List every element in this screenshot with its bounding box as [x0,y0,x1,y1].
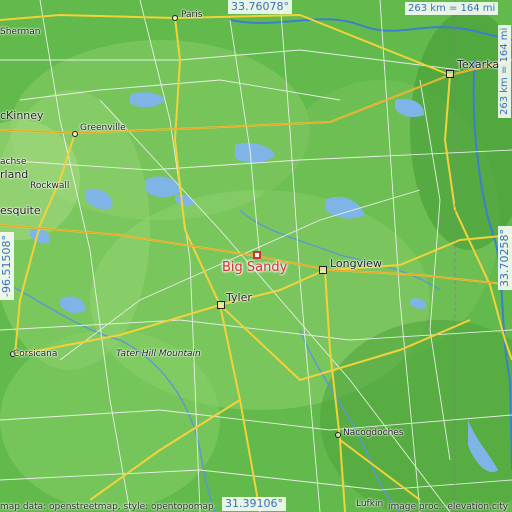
city-label-mckinney: cKinney [0,109,44,122]
coord-left: -96.51508° [0,232,14,300]
city-label-mesquite: esquite [0,204,41,217]
city-label-rland: rland [0,168,29,181]
city-label-texarkana: Texarka [457,58,500,71]
topographic-map[interactable]: 33.76078° 31.39106° -96.51508° 33.70258°… [0,0,512,512]
city-label-greenville: Greenville [80,123,126,133]
city-label-paris: Paris [181,10,203,20]
coord-right: 33.70258° [498,226,512,290]
label-tater-hill-mountain: Tater Hill Mountain [116,349,201,359]
coord-top: 33.76078° [228,0,292,14]
place-name-label: Big Sandy [222,260,288,275]
scale-horizontal: 263 km = 164 mi [405,2,499,15]
coord-bottom: 31.39106° [222,497,286,511]
scale-vertical: 263 km = 164 mi [498,24,511,118]
city-label-lachse: achse [0,157,27,167]
city-label-longview: Longview [330,257,382,270]
city-label-nacogdoches: Nacogdoches [343,428,404,438]
city-label-corsicana: Corsicana [13,349,58,359]
city-label-tyler: Tyler [226,291,252,304]
city-label-sherman: Sherman [0,27,41,37]
city-dot-tyler [217,301,225,309]
city-label-lufkin: Lufkin [356,499,384,509]
city-dot-texarkana [446,70,454,78]
city-dot-paris [172,15,178,21]
attribution-left: map data: openstreetmap, style: opentopo… [0,502,214,512]
city-label-rockwall: Rockwall [30,181,70,191]
city-dot-greenville [72,131,78,137]
city-dot-nacogdoches [335,432,341,438]
attribution-right: image proc.: elevation.city [388,502,509,512]
city-dot-longview [319,266,327,274]
place-marker[interactable] [253,251,261,259]
